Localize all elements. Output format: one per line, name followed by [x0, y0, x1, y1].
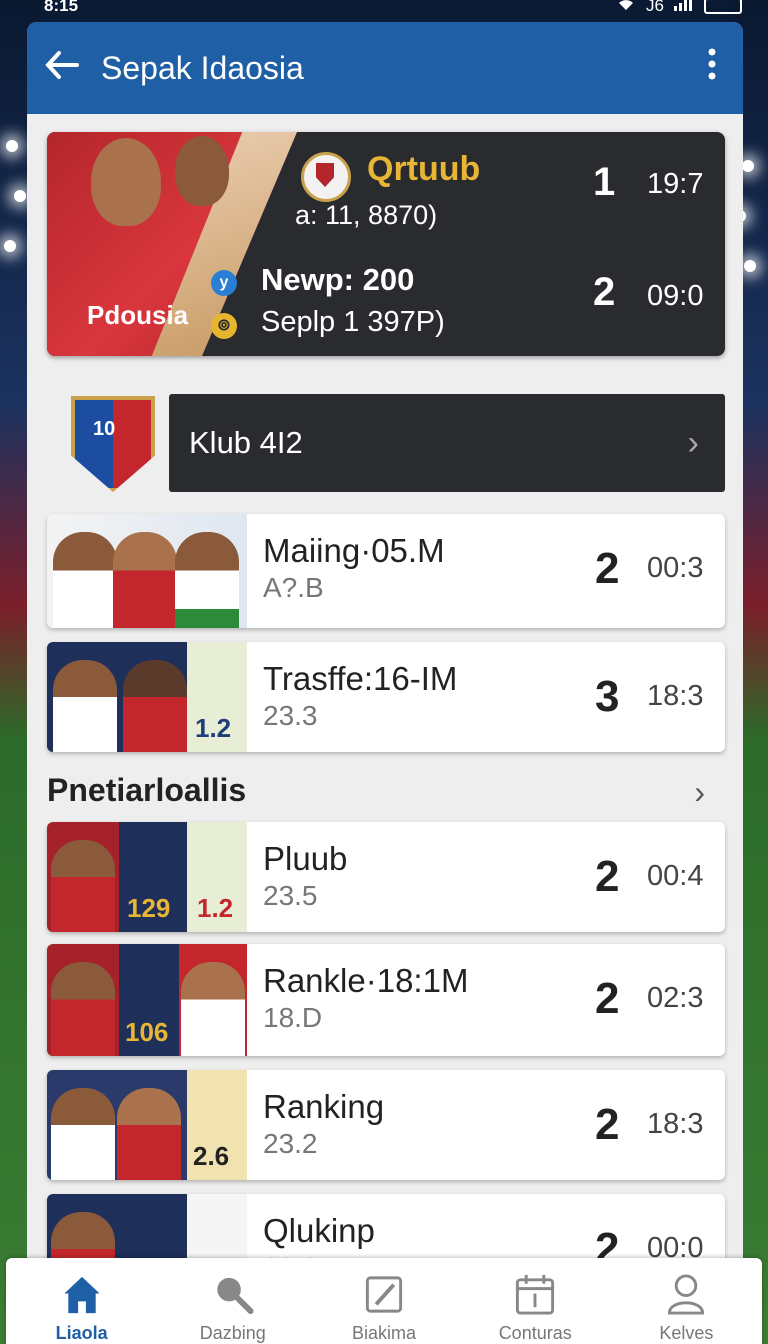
- hero-score-1: 1: [593, 160, 616, 204]
- profile-icon: [668, 1274, 705, 1315]
- signal-icon: [674, 0, 694, 16]
- page-title: Sepak Idaosia: [101, 49, 304, 86]
- club-crest-icon: [301, 152, 351, 202]
- card-title: Maiing·05.M: [263, 532, 445, 569]
- players-photo: Pdousia: [47, 132, 297, 356]
- card-badge: 2.6: [193, 1141, 230, 1171]
- list-item[interactable]: 129 1.2 Pluub 23.5 2 00:4: [47, 822, 725, 932]
- hero-line-2: Seplp 1 397P): [261, 306, 445, 338]
- card-time: 02:3: [647, 982, 704, 1014]
- nav-label: Kelves: [659, 1323, 714, 1343]
- list-item[interactable]: 106 Rankle·18:1M 18.D 2 02:3: [47, 944, 725, 1056]
- featured-match-card[interactable]: Pdousia Qrtuub a: 11, 8870) y Newp: 200 …: [47, 132, 725, 356]
- card-badge: 106: [125, 1017, 169, 1047]
- card-subtitle: 23.5: [263, 880, 318, 911]
- stat-gold-icon: ⊚: [211, 313, 237, 339]
- card-title: Trasffe:16-IM: [263, 660, 458, 697]
- battery-icon: [704, 0, 742, 14]
- nav-home[interactable]: Liaola: [6, 1258, 157, 1344]
- status-time: 8:15: [44, 0, 79, 15]
- card-subtitle: 18.D: [263, 1002, 323, 1033]
- card-badge: 129: [127, 893, 171, 923]
- status-bar: 8:15 J6: [0, 0, 768, 20]
- search-icon: [217, 1277, 254, 1315]
- home-icon: [63, 1276, 100, 1314]
- list-item[interactable]: 2.6 Ranking 23.2 2 18:3: [47, 1070, 725, 1180]
- bottom-navigation: Liaola Dazbing Biakima Conturas Kelves: [6, 1258, 762, 1344]
- hero-club-name: Qrtuub: [367, 150, 481, 188]
- card-time: 00:4: [647, 860, 704, 892]
- card-subtitle: 23.3: [263, 700, 318, 731]
- card-score: 2: [595, 852, 620, 901]
- stat-blue-icon: y: [211, 270, 237, 296]
- nav-profile[interactable]: Kelves: [611, 1258, 762, 1344]
- club-section: 10 Klub 4I2 ›: [47, 392, 725, 492]
- club-banner[interactable]: Klub 4I2 ›: [169, 394, 725, 492]
- hero-club-subtitle: a: 11, 8870): [295, 200, 438, 230]
- card-score: 2: [595, 974, 620, 1023]
- nav-label: Dazbing: [199, 1323, 266, 1343]
- network-label: J6: [646, 0, 664, 15]
- card-subtitle: A?.B: [263, 572, 324, 603]
- section-header[interactable]: Pnetiarloallis ›: [47, 772, 725, 812]
- nav-calendar[interactable]: Conturas: [460, 1258, 611, 1344]
- card-title: Ranking: [263, 1088, 385, 1125]
- card-score: 3: [595, 672, 620, 721]
- card-thumbnail: 106: [47, 944, 247, 1056]
- wifi-icon: [616, 0, 636, 16]
- nav-edit[interactable]: Biakima: [308, 1258, 459, 1344]
- card-title: Rankle·18:1M: [263, 962, 469, 999]
- card-thumbnail: [47, 514, 247, 628]
- card-thumbnail: 2.6: [47, 1070, 247, 1180]
- card-time: 18:3: [647, 680, 704, 712]
- club-shield-icon: 10: [71, 396, 155, 492]
- nav-label: Biakima: [351, 1323, 417, 1343]
- back-arrow-icon[interactable]: [45, 50, 85, 86]
- card-score: 2: [595, 544, 620, 593]
- more-options-icon[interactable]: [707, 48, 717, 88]
- card-thumbnail: 1.2: [47, 642, 247, 752]
- app-window: Sepak Idaosia Pdousia Qrtuub a: 11, 8870…: [27, 22, 743, 1322]
- hero-time-1: 19:7: [647, 168, 704, 200]
- hero-time-2: 09:0: [647, 280, 704, 312]
- nav-label: Conturas: [498, 1323, 572, 1343]
- photo-jersey-text: Pdousia: [87, 300, 189, 330]
- chevron-right-icon: ›: [694, 774, 705, 810]
- list-item[interactable]: 1.2 Trasffe:16-IM 23.3 3 18:3: [47, 642, 725, 752]
- card-subtitle: 23.2: [263, 1128, 318, 1159]
- hero-score-2: 2: [593, 270, 616, 314]
- card-thumbnail: 129 1.2: [47, 822, 247, 932]
- card-badge: 1.2: [195, 713, 232, 743]
- card-badge: 1.2: [197, 893, 234, 923]
- card-time: 18:3: [647, 1108, 704, 1140]
- list-item[interactable]: Maiing·05.M A?.B 2 00:3: [47, 514, 725, 628]
- chevron-right-icon: ›: [687, 423, 699, 462]
- calendar-icon: [516, 1274, 555, 1315]
- hero-line-1: Newp: 200: [261, 262, 415, 297]
- club-name: Klub 4I2: [189, 425, 303, 460]
- nav-search[interactable]: Dazbing: [157, 1258, 308, 1344]
- section-title: Pnetiarloallis: [47, 772, 247, 808]
- card-time: 00:3: [647, 552, 704, 584]
- card-score: 2: [595, 1100, 620, 1149]
- nav-label: Liaola: [55, 1323, 108, 1343]
- app-bar: Sepak Idaosia: [27, 22, 743, 114]
- edit-icon: [365, 1276, 403, 1313]
- card-title: Pluub: [263, 840, 348, 877]
- card-title: Qlukinp: [263, 1212, 375, 1249]
